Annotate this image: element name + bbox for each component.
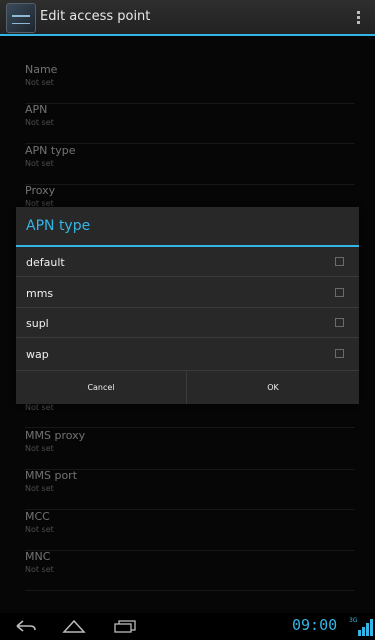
dialog-title: APN type <box>26 218 91 234</box>
signal-icon <box>358 619 373 636</box>
checkbox[interactable] <box>335 349 344 358</box>
access-point-icon[interactable] <box>6 3 36 33</box>
option-default[interactable]: default <box>16 247 359 277</box>
cancel-button[interactable]: Cancel <box>16 370 187 404</box>
option-mms[interactable]: mms <box>16 278 359 308</box>
option-label: mms <box>26 287 54 300</box>
clock: 09:00 <box>292 616 338 634</box>
overflow-menu-icon[interactable] <box>357 11 361 25</box>
option-wap[interactable]: wap <box>16 339 359 369</box>
checkbox[interactable] <box>335 288 344 297</box>
checkbox[interactable] <box>335 318 344 327</box>
back-icon[interactable] <box>15 619 37 633</box>
option-label: supl <box>26 317 49 330</box>
action-bar: Edit access point <box>0 0 375 36</box>
option-label: default <box>26 256 65 269</box>
home-icon[interactable] <box>62 619 86 633</box>
recent-apps-icon[interactable] <box>113 619 137 633</box>
page-title: Edit access point <box>40 9 151 24</box>
ok-button[interactable]: OK <box>187 370 359 404</box>
option-label: wap <box>26 348 49 361</box>
navigation-bar: 09:00 3G <box>0 613 375 640</box>
apn-type-dialog: APN type default mms supl wap Cancel OK <box>16 207 359 404</box>
checkbox[interactable] <box>335 257 344 266</box>
option-supl[interactable]: supl <box>16 308 359 338</box>
